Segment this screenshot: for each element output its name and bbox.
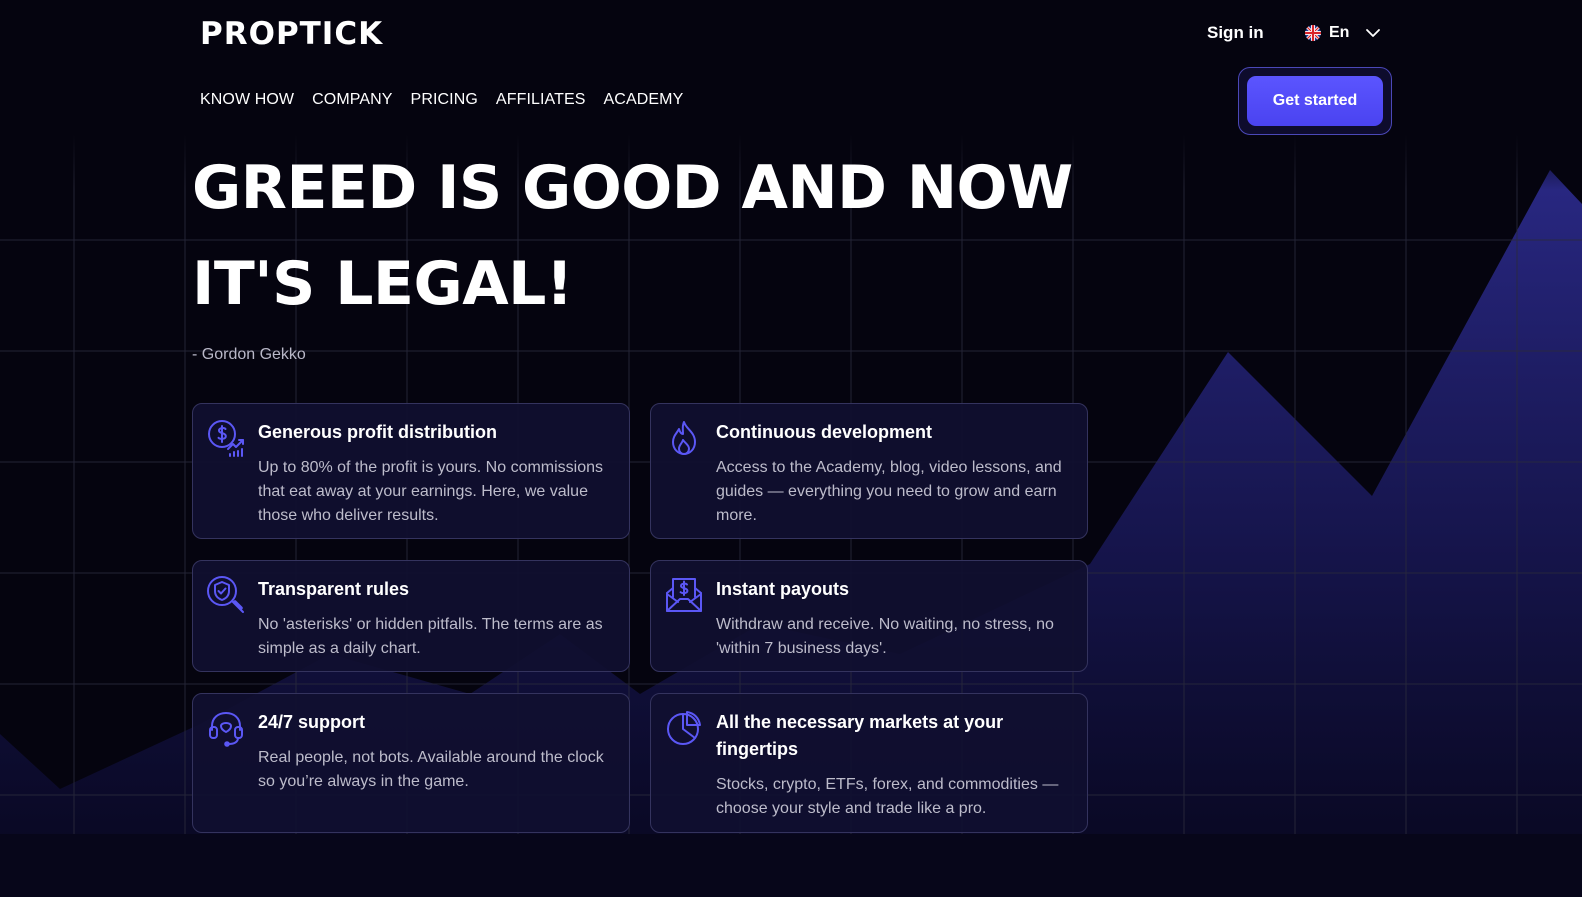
quote-author: - Gordon Gekko xyxy=(192,346,306,363)
feature-title: Instant payouts xyxy=(716,579,850,599)
get-started-frame: Get started xyxy=(1238,67,1392,135)
feature-card-markets: All the necessary markets at your finger… xyxy=(650,693,1088,833)
nav-item-affiliates[interactable]: AFFILIATES xyxy=(496,91,586,109)
uk-flag-icon xyxy=(1305,25,1321,41)
flame-icon xyxy=(664,418,704,458)
pie-chart-icon xyxy=(664,708,704,748)
nav-item-pricing[interactable]: PRICING xyxy=(411,91,478,109)
get-started-button[interactable]: Get started xyxy=(1247,76,1383,126)
feature-title: All the necessary markets at your finger… xyxy=(716,712,1004,759)
sign-in-link[interactable]: Sign in xyxy=(1207,23,1264,43)
feature-title: Transparent rules xyxy=(258,579,410,599)
logo[interactable]: PROPTICK xyxy=(200,14,383,54)
profit-dollar-chart-icon xyxy=(206,418,246,458)
nav-item-company[interactable]: COMPANY xyxy=(312,91,392,109)
nav-item-academy[interactable]: ACADEMY xyxy=(604,91,684,109)
feature-title: Generous profit distribution xyxy=(258,422,497,442)
nav-item-know-how[interactable]: KNOW HOW xyxy=(200,91,294,109)
feature-text: Stocks, crypto, ETFs, forex, and commodi… xyxy=(716,776,1059,817)
bottom-band xyxy=(0,834,1582,897)
feature-card-development: Continuous development Access to the Aca… xyxy=(650,403,1088,539)
language-code: En xyxy=(1329,24,1350,41)
chevron-down-icon xyxy=(1366,29,1381,37)
feature-text: Access to the Academy, blog, video lesso… xyxy=(716,459,1062,524)
main-nav: KNOW HOW COMPANY PRICING AFFILIATES ACAD… xyxy=(200,91,683,109)
feature-title: 24/7 support xyxy=(258,712,366,732)
feature-title: Continuous development xyxy=(716,422,932,442)
feature-text: Up to 80% of the profit is yours. No com… xyxy=(258,459,604,524)
feature-card-profit: Generous profit distribution Up to 80% o… xyxy=(192,403,630,539)
feature-card-rules: Transparent rules No 'asterisks' or hidd… xyxy=(192,560,630,672)
logo-text: PROPTICK xyxy=(200,16,384,52)
dollar-envelope-icon xyxy=(664,575,704,615)
feature-text: No 'asterisks' or hidden pitfalls. The t… xyxy=(258,616,603,657)
feature-text: Withdraw and receive. No waiting, no str… xyxy=(716,616,1054,657)
feature-card-payouts: Instant payouts Withdraw and receive. No… xyxy=(650,560,1088,672)
shield-search-icon xyxy=(206,575,246,615)
landing-page: PROPTICK Sign in En KNOW HOW COMPANY PRI… xyxy=(0,0,1582,897)
headset-icon xyxy=(206,708,246,748)
feature-text: Real people, not bots. Available around … xyxy=(258,749,604,790)
hero-title-line-2: IT'S LEGAL! xyxy=(192,249,573,319)
hero-title-line-1: GREED IS GOOD AND NOW xyxy=(192,153,1073,223)
language-selector[interactable]: En xyxy=(1305,23,1383,43)
hero-title: GREED IS GOOD AND NOW IT'S LEGAL! xyxy=(192,140,1092,332)
feature-card-support: 24/7 support Real people, not bots. Avai… xyxy=(192,693,630,833)
